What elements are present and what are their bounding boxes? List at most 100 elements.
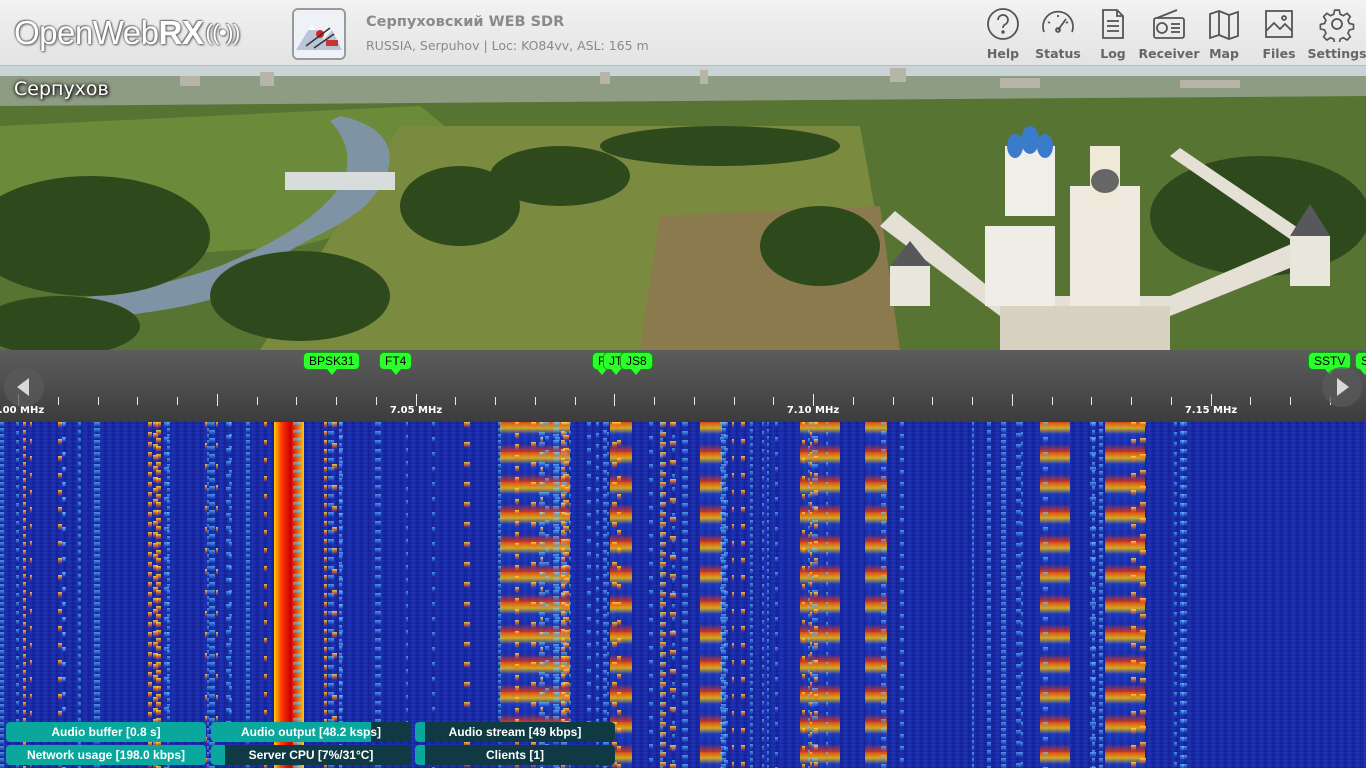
openwebrx-logo[interactable]: OpenWebRX((•)) — [14, 13, 240, 53]
server-cpu-bar[interactable]: Server CPU [7%/31°C] — [211, 745, 411, 765]
scale-tick — [1290, 397, 1291, 405]
waterfall-signal — [826, 422, 828, 768]
waterfall-signal — [62, 422, 65, 768]
nav-receiver-button[interactable]: Receiver — [1138, 0, 1200, 66]
photo-title: Серпухов — [14, 78, 109, 100]
audio-output-label: Audio output [48.2 ksps] — [240, 725, 381, 739]
waterfall-signal — [987, 422, 991, 768]
waterfall-signal — [1016, 422, 1021, 768]
bookmark-bpsk31[interactable]: BPSK31 — [303, 352, 361, 375]
arrow-right-icon — [1337, 378, 1349, 396]
scale-tick — [1250, 397, 1251, 405]
waterfall-signal — [732, 422, 734, 768]
nav-help-button[interactable]: Help — [976, 0, 1030, 66]
nav-log-button[interactable]: Log — [1086, 0, 1140, 66]
waterfall-signal — [226, 422, 231, 768]
nav-settings-label: Settings — [1307, 46, 1366, 61]
clients-label: Clients [1] — [485, 748, 544, 762]
waterfall-signal — [881, 422, 886, 768]
waterfall-signal — [762, 422, 764, 768]
receiver-description: RUSSIA, Serpuhov | Loc: KO84vv, ASL: 165… — [366, 38, 649, 53]
waterfall-signal — [78, 422, 81, 768]
waterfall-signal — [814, 422, 818, 768]
waterfall-signal — [0, 422, 4, 768]
scale-tick — [296, 397, 297, 405]
receiver-photo — [0, 66, 1366, 350]
scale-tick — [1052, 397, 1053, 405]
waterfall-signal — [1131, 422, 1136, 768]
waterfall-signal — [148, 422, 152, 768]
logo-text-rx: RX — [158, 14, 204, 51]
scale-tick — [575, 397, 576, 405]
bookmark-ft4[interactable]: FT4 — [379, 352, 413, 375]
waterfall-signal — [1174, 422, 1177, 768]
gauge-icon — [1042, 10, 1074, 33]
waterfall-signal — [324, 422, 327, 768]
waterfall-signal — [1043, 422, 1048, 768]
scale-label-7-10: 7.10 MHz — [786, 405, 840, 416]
scale-tick — [535, 397, 536, 405]
waterfall-signal — [94, 422, 100, 768]
waterfall-signal — [800, 422, 840, 768]
scale-tick — [177, 397, 178, 405]
nav-map-button[interactable]: Map — [1198, 0, 1250, 66]
waterfall-signal — [607, 422, 609, 768]
waterfall-signal — [16, 422, 19, 768]
waterfall-signal — [541, 422, 543, 768]
audio-stream-label: Audio stream [49 kbps] — [448, 725, 582, 739]
receiver-avatar[interactable] — [292, 8, 346, 60]
audio-buffer-bar[interactable]: Audio buffer [0.8 s] — [6, 722, 206, 742]
waterfall-signal — [750, 422, 753, 768]
waterfall-signal — [23, 422, 26, 768]
network-usage-bar[interactable]: Network usage [198.0 kbps] — [6, 745, 206, 765]
scale-tick — [455, 397, 456, 405]
nav-status-label: Status — [1035, 46, 1081, 61]
waterfall-display[interactable] — [0, 422, 1366, 768]
waterfall-signal — [767, 422, 769, 768]
waterfall-signal — [617, 422, 621, 768]
scale-tick — [1131, 397, 1132, 405]
nav-status-button[interactable]: Status — [1030, 0, 1086, 66]
waterfall-signal — [164, 422, 169, 768]
scale-tick — [336, 397, 337, 405]
nav-files-button[interactable]: Files — [1250, 0, 1308, 66]
nav-log-label: Log — [1100, 46, 1126, 61]
scale-tick — [217, 394, 218, 406]
waterfall-signal — [569, 422, 571, 768]
waterfall-signal — [246, 422, 250, 768]
waterfall-signal — [684, 422, 688, 768]
main-nav: Help Status Log Receiver Map Files Setti… — [976, 0, 1366, 66]
bookmark-js8[interactable]: JS8 — [620, 352, 653, 375]
scale-label-7-15: 7.15 MHz — [1184, 405, 1238, 416]
scale-tick — [1012, 394, 1013, 406]
scale-label-7-05: 7.05 MHz — [389, 405, 443, 416]
scale-tick — [614, 394, 615, 406]
bookmark-s[interactable]: S — [1355, 352, 1366, 375]
waterfall-signal — [339, 422, 343, 768]
nav-settings-button[interactable]: Settings — [1308, 0, 1366, 66]
nav-files-label: Files — [1262, 46, 1296, 61]
frequency-scale[interactable]: BPSK31 FT4 F JT JS8 SSTV S 7.00 MHz 7.05… — [0, 350, 1366, 422]
waterfall-signal — [1099, 422, 1103, 768]
nav-map-label: Map — [1209, 46, 1239, 61]
scale-tick — [1171, 397, 1172, 405]
scroll-left-button[interactable] — [4, 367, 44, 407]
scroll-right-button[interactable] — [1322, 367, 1362, 407]
waterfall-signal — [561, 422, 565, 768]
help-icon — [987, 8, 1019, 40]
radio-icon — [1153, 9, 1185, 39]
waterfall-signal — [216, 422, 218, 768]
waterfall-signal — [1001, 422, 1006, 768]
waterfall-signal — [700, 422, 722, 768]
receiver-photo-panel[interactable]: Серпухов — [0, 66, 1366, 350]
waterfall-signal — [298, 422, 302, 768]
clients-bar[interactable]: Clients [1] — [415, 745, 615, 765]
audio-stream-bar[interactable]: Audio stream [49 kbps] — [415, 722, 615, 742]
waterfall-signal — [587, 422, 591, 768]
logo-text-prefix: OpenWeb — [14, 14, 159, 51]
server-cpu-label: Server CPU [7%/31°C] — [248, 748, 374, 762]
header-bar: OpenWebRX((•)) Серпуховский WEB SDR RUSS… — [0, 0, 1366, 66]
audio-output-bar[interactable]: Audio output [48.2 ksps] — [211, 722, 411, 742]
scale-tick — [734, 397, 735, 405]
waterfall-signal — [596, 422, 599, 768]
